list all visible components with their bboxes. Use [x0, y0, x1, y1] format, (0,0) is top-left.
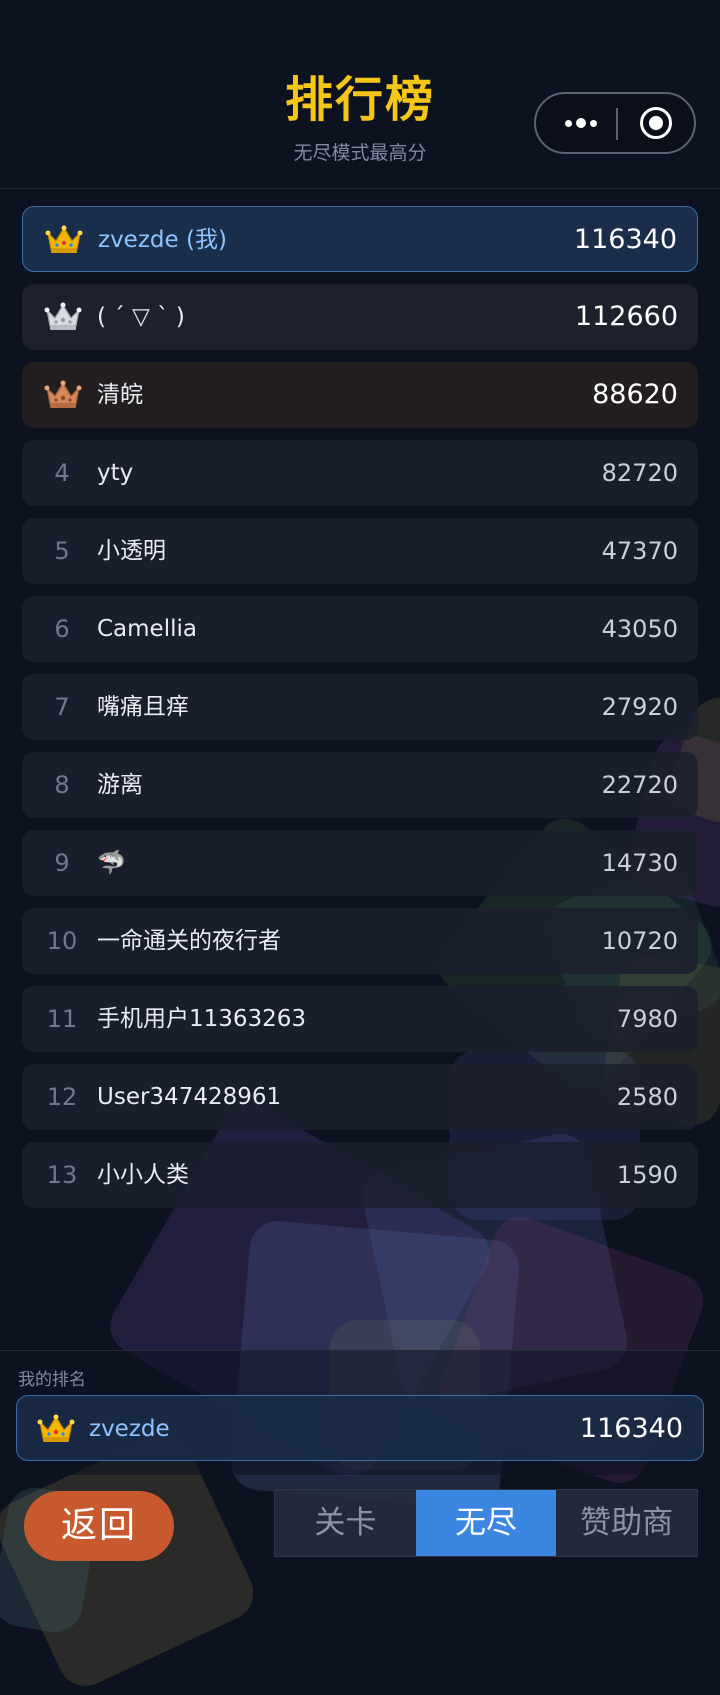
- player-name: 清皖: [97, 382, 143, 408]
- player-name: 手机用户11363263: [97, 1006, 307, 1032]
- player-score: 82720: [601, 459, 678, 487]
- player-score: 88620: [592, 379, 678, 410]
- player-score: 22720: [601, 771, 678, 799]
- player-name: User347428961: [97, 1084, 282, 1110]
- tab-sponsors[interactable]: 赞助商: [556, 1490, 697, 1556]
- leaderboard-row[interactable]: 清皖 88620: [22, 362, 698, 428]
- leaderboard-row[interactable]: ( ´ ▽ ` ) 112660: [22, 284, 698, 350]
- rank-number: 12: [46, 1083, 78, 1111]
- leaderboard-list: zvezde (我) 116340 ( ´ ▽ ` ) 112660 清皖 88…: [22, 206, 698, 1220]
- leaderboard-row[interactable]: 9 🦈 14730: [22, 830, 698, 896]
- back-button[interactable]: 返回: [24, 1491, 174, 1561]
- capsule-divider: [616, 108, 618, 140]
- leaderboard-row-me[interactable]: zvezde (我) 116340: [22, 206, 698, 272]
- rank-number: 5: [54, 537, 70, 565]
- player-score: 2580: [616, 1083, 678, 1111]
- my-score: 116340: [579, 1413, 683, 1444]
- player-score: 14730: [601, 849, 678, 877]
- leaderboard-row[interactable]: 4 yty 82720: [22, 440, 698, 506]
- player-name: 游离: [97, 772, 143, 798]
- player-name: 小小人类: [97, 1162, 189, 1188]
- leaderboard-row[interactable]: 7 嘴痛且痒 27920: [22, 674, 698, 740]
- my-rank-label: 我的排名: [18, 1370, 86, 1390]
- player-name: 小透明: [97, 538, 166, 564]
- mode-tabs: 关卡 无尽 赞助商: [274, 1489, 698, 1557]
- rank-number: 9: [54, 849, 70, 877]
- player-score: 116340: [573, 224, 677, 255]
- rank-number: 11: [46, 1005, 78, 1033]
- leaderboard-row[interactable]: 6 Camellia 43050: [22, 596, 698, 662]
- player-score: 47370: [601, 537, 678, 565]
- bottom-bar: 返回 关卡 无尽 赞助商: [0, 1474, 720, 1600]
- tab-levels[interactable]: 关卡: [275, 1490, 416, 1556]
- leaderboard-row[interactable]: 13 小小人类 1590: [22, 1142, 698, 1208]
- player-name: yty: [97, 460, 134, 486]
- gold-crown-icon: [37, 1414, 75, 1442]
- leaderboard-row[interactable]: 8 游离 22720: [22, 752, 698, 818]
- rank-number: 10: [46, 927, 78, 955]
- rank-number: 4: [54, 459, 70, 487]
- player-name: 嘴痛且痒: [97, 694, 189, 720]
- mini-program-capsule: [534, 92, 696, 154]
- leaderboard-row[interactable]: 10 一命通关的夜行者 10720: [22, 908, 698, 974]
- silver-crown-icon: [44, 302, 82, 330]
- player-name: Camellia: [97, 616, 197, 642]
- rank-number: 8: [54, 771, 70, 799]
- leaderboard-row[interactable]: 11 手机用户11363263 7980: [22, 986, 698, 1052]
- target-circle-icon[interactable]: [640, 107, 672, 139]
- my-name: zvezde: [89, 1416, 170, 1442]
- rank-number: 6: [54, 615, 70, 643]
- my-rank-panel: 我的排名 zvezde 116340: [0, 1350, 720, 1475]
- leaderboard-row[interactable]: 5 小透明 47370: [22, 518, 698, 584]
- player-score: 7980: [616, 1005, 678, 1033]
- rank-number: 13: [46, 1161, 78, 1189]
- player-score: 1590: [616, 1161, 678, 1189]
- my-rank-card[interactable]: zvezde 116340: [16, 1395, 704, 1461]
- player-name: ( ´ ▽ ` ): [97, 304, 185, 330]
- bronze-crown-icon: [44, 380, 82, 408]
- player-score: 27920: [601, 693, 678, 721]
- player-name: zvezde (我): [98, 227, 227, 253]
- player-score: 10720: [601, 927, 678, 955]
- gold-crown-icon: [45, 225, 83, 253]
- player-score: 112660: [574, 301, 678, 332]
- leaderboard-row[interactable]: 12 User347428961 2580: [22, 1064, 698, 1130]
- rank-number: 7: [54, 693, 70, 721]
- player-name: 一命通关的夜行者: [97, 928, 281, 954]
- header: 排行榜 无尽模式最高分: [0, 0, 720, 189]
- player-score: 43050: [601, 615, 678, 643]
- player-name: 🦈: [97, 850, 126, 876]
- tab-endless[interactable]: 无尽: [415, 1490, 557, 1556]
- more-dots-icon[interactable]: [556, 94, 606, 152]
